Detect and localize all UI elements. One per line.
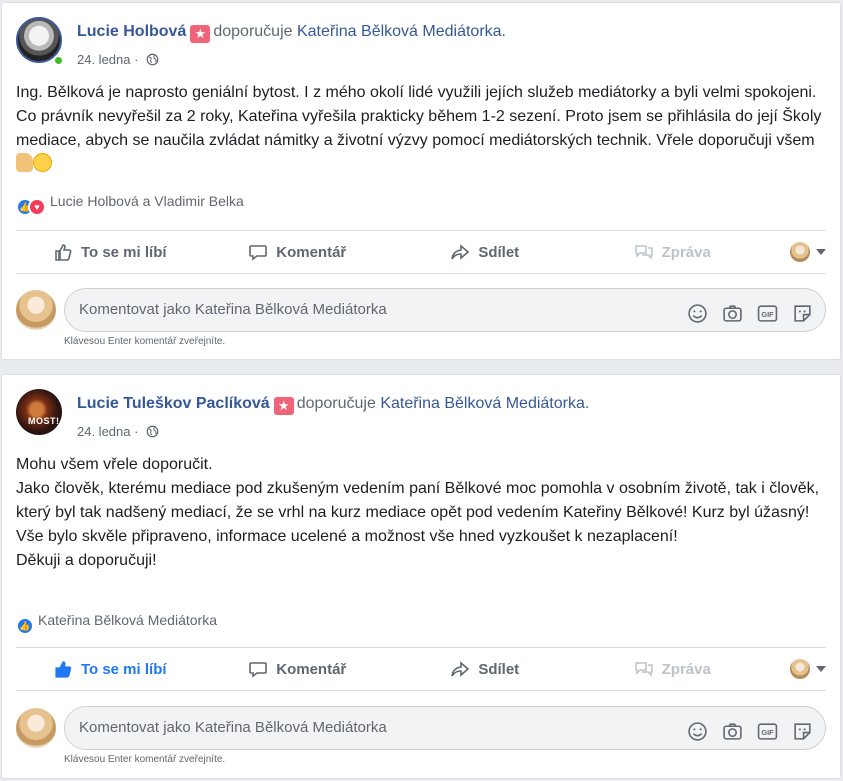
svg-text:GIF: GIF <box>761 728 774 737</box>
post-meta: 24. ledna · <box>77 424 159 439</box>
comment-button[interactable]: Komentář <box>204 653 392 685</box>
love-reaction-icon: ♥ <box>28 198 46 216</box>
gif-icon[interactable]: GIF <box>757 717 778 740</box>
chevron-down-icon <box>816 666 826 672</box>
action-bar: To se mi líbí Komentář Sdílet Zpráva <box>16 230 826 274</box>
chevron-down-icon <box>816 249 826 255</box>
page-link[interactable]: Kateřina Bělková Mediátorka. <box>380 395 589 412</box>
thumbs-up-icon <box>55 244 72 261</box>
message-icon <box>634 662 653 677</box>
recommend-star-icon: ★ <box>190 25 211 43</box>
post-paragraph: Ing. Bělková je naprosto geniální bytost… <box>16 81 826 177</box>
sticker-icon[interactable] <box>792 717 813 740</box>
comment-input[interactable]: Komentovat jako Kateřina Bělková Mediáto… <box>64 706 826 750</box>
reactions-summary[interactable]: 👍 Kateřina Bělková Mediátorka <box>16 610 217 635</box>
like-button[interactable]: To se mi líbí <box>16 236 204 268</box>
share-icon <box>451 661 470 677</box>
globe-icon[interactable] <box>146 425 159 438</box>
comment-placeholder: Komentovat jako Kateřina Bělková Mediáto… <box>79 719 387 736</box>
commenter-avatar <box>16 708 56 748</box>
enter-hint: Klávesou Enter komentář zveřejníte. <box>64 754 226 765</box>
page-link[interactable]: Kateřina Bělková Mediátorka. <box>297 23 506 40</box>
post-header: MOST! Lucie Tuleškov Paclíková ★ doporučuj… <box>16 389 826 439</box>
like-label: To se mi líbí <box>80 243 167 261</box>
camera-icon[interactable] <box>722 717 743 740</box>
comment-label: Komentář <box>276 660 347 678</box>
page-avatar <box>790 659 810 679</box>
share-label: Sdílet <box>478 660 520 678</box>
post-as-selector[interactable] <box>766 653 826 685</box>
author-name[interactable]: Lucie Tuleškov Paclíková <box>77 395 270 412</box>
post-card: MOST! Lucie Tuleškov Paclíková ★ doporučuj… <box>1 374 841 779</box>
comment-input[interactable]: Komentovat jako Kateřina Bělková Mediáto… <box>64 288 826 332</box>
recommends-text: doporučuje <box>213 23 293 40</box>
comment-icon <box>249 662 268 678</box>
reactions-summary[interactable]: 👍 ♥ Lucie Holbová a Vladimir Belka <box>16 191 244 216</box>
meta-separator: · <box>134 52 139 67</box>
meta-separator: · <box>134 424 139 439</box>
emoji-icon[interactable] <box>687 299 708 323</box>
author-name[interactable]: Lucie Holbová <box>77 23 186 40</box>
gif-icon[interactable]: GIF <box>757 299 778 322</box>
globe-icon[interactable] <box>146 53 159 66</box>
comment-label: Komentář <box>276 243 347 261</box>
share-button[interactable]: Sdílet <box>391 236 579 268</box>
smile-emoji-icon <box>33 153 52 172</box>
sticker-icon[interactable] <box>792 299 813 322</box>
thumbs-up-emoji-icon <box>16 153 33 172</box>
post-date[interactable]: 24. ledna <box>77 424 131 439</box>
page-avatar <box>790 242 810 262</box>
like-label: To se mi líbí <box>80 660 167 678</box>
commenter-avatar <box>16 290 56 330</box>
avatar[interactable]: MOST! <box>16 389 62 435</box>
emoji-icon[interactable] <box>687 717 708 741</box>
share-button[interactable]: Sdílet <box>391 653 579 685</box>
enter-hint: Klávesou Enter komentář zveřejníte. <box>64 336 226 347</box>
share-label: Sdílet <box>478 243 520 261</box>
svg-text:GIF: GIF <box>761 310 774 319</box>
camera-icon[interactable] <box>722 299 743 322</box>
post-text: Mohu všem vřele doporučit. Jako člověk, … <box>16 453 826 573</box>
message-label: Zpráva <box>661 660 711 678</box>
share-icon <box>451 244 470 260</box>
post-paragraph: Jako člověk, kterému mediace pod zkušený… <box>16 480 820 545</box>
comment-placeholder: Komentovat jako Kateřina Bělková Mediáto… <box>79 301 387 318</box>
reactions-names[interactable]: Lucie Holbová a Vladimir Belka <box>50 193 244 209</box>
message-button[interactable]: Zpráva <box>579 236 767 268</box>
message-label: Zpráva <box>661 243 711 261</box>
comment-composer: Komentovat jako Kateřina Bělková Mediáto… <box>16 288 826 332</box>
action-bar: To se mi líbí Komentář Sdílet Zpráva <box>16 647 826 691</box>
recommends-text: doporučuje <box>296 395 376 412</box>
comment-tools: GIF <box>687 299 813 323</box>
reactions-names[interactable]: Kateřina Bělková Mediátorka <box>38 612 217 628</box>
comment-tools: GIF <box>687 717 813 741</box>
recommend-star-icon: ★ <box>273 397 294 415</box>
comment-button[interactable]: Komentář <box>204 236 392 268</box>
comment-icon <box>249 245 268 261</box>
online-status-dot <box>53 55 64 66</box>
comment-composer: Komentovat jako Kateřina Bělková Mediáto… <box>16 706 826 750</box>
like-button[interactable]: To se mi líbí <box>16 653 204 685</box>
post-card: Lucie Holbová ★ doporučuje Kateřina Bělkov… <box>1 2 841 360</box>
message-icon <box>634 245 653 260</box>
message-button[interactable]: Zpráva <box>579 653 767 685</box>
post-title-line: Lucie Holbová ★ doporučuje Kateřina Bělkov… <box>77 23 506 43</box>
post-date[interactable]: 24. ledna <box>77 52 131 67</box>
post-as-selector[interactable] <box>766 236 826 268</box>
avatar-text: MOST! <box>28 416 60 426</box>
post-title-line: Lucie Tuleškov Paclíková ★ doporučuje Kate… <box>77 395 589 415</box>
post-paragraph: Mohu všem vřele doporučit. <box>16 456 213 473</box>
post-text: Ing. Bělková je naprosto geniální bytost… <box>16 81 826 177</box>
post-paragraph: Děkuji a doporučuji! <box>16 552 157 569</box>
post-header: Lucie Holbová ★ doporučuje Kateřina Bělkov… <box>16 17 826 67</box>
thumbs-up-icon <box>55 661 72 678</box>
post-meta: 24. ledna · <box>77 52 159 67</box>
like-reaction-icon: 👍 <box>16 617 34 635</box>
